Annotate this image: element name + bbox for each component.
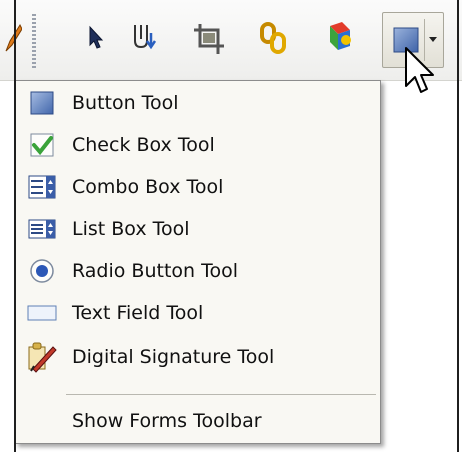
menu-item-digital-signature-tool[interactable]: Digital Signature Tool xyxy=(18,337,378,377)
touchup-tool-button[interactable] xyxy=(126,12,166,68)
crop-tool-button[interactable] xyxy=(190,12,230,68)
chevron-down-icon[interactable] xyxy=(429,37,437,42)
3d-object-icon xyxy=(320,20,356,60)
menu-item-button-tool[interactable]: Button Tool xyxy=(18,83,378,123)
select-tool-button[interactable] xyxy=(76,12,116,68)
menu-item-list-box-tool[interactable]: List Box Tool xyxy=(18,209,378,249)
pencil-icon xyxy=(4,23,23,57)
pencil-tool-button[interactable] xyxy=(0,12,26,68)
3d-tool-button[interactable] xyxy=(318,12,358,68)
radio-button-tool-icon xyxy=(24,253,60,289)
menu-item-label: Button Tool xyxy=(72,92,179,114)
menu-item-text-field-tool[interactable]: Text Field Tool xyxy=(18,293,378,333)
mouse-cursor-icon xyxy=(404,46,436,102)
button-tool-icon xyxy=(24,85,60,121)
link-tool-button[interactable] xyxy=(254,12,294,68)
menu-item-label: Radio Button Tool xyxy=(72,260,239,282)
menu-separator xyxy=(66,394,376,395)
combo-box-tool-icon xyxy=(24,169,60,205)
text-field-tool-icon xyxy=(24,295,60,331)
menu-item-radio-button-tool[interactable]: Radio Button Tool xyxy=(18,251,378,291)
menu-item-label: Check Box Tool xyxy=(72,134,215,156)
menu-item-label: Combo Box Tool xyxy=(72,176,224,198)
toolbar xyxy=(0,0,462,81)
menu-item-show-forms-toolbar[interactable]: Show Forms Toolbar xyxy=(18,401,378,441)
forms-tool-menu: Button Tool Check Box Tool Combo Box Too… xyxy=(15,80,381,444)
window-frame: Button Tool Check Box Tool Combo Box Too… xyxy=(0,0,462,452)
check-box-tool-icon xyxy=(24,127,60,163)
menu-item-label: Show Forms Toolbar xyxy=(72,410,262,432)
menu-item-label: Digital Signature Tool xyxy=(72,346,275,368)
toolbar-gripper[interactable] xyxy=(32,14,36,68)
menu-item-label: Text Field Tool xyxy=(72,302,204,324)
crop-icon xyxy=(192,20,228,60)
touchup-icon xyxy=(129,21,163,59)
digital-signature-tool-icon xyxy=(24,339,60,375)
list-box-tool-icon xyxy=(24,211,60,247)
menu-item-label: List Box Tool xyxy=(72,218,190,240)
menu-item-check-box-tool[interactable]: Check Box Tool xyxy=(18,125,378,165)
select-arrow-icon xyxy=(86,25,106,55)
menu-item-combo-box-tool[interactable]: Combo Box Tool xyxy=(18,167,378,207)
link-icon xyxy=(258,20,290,60)
